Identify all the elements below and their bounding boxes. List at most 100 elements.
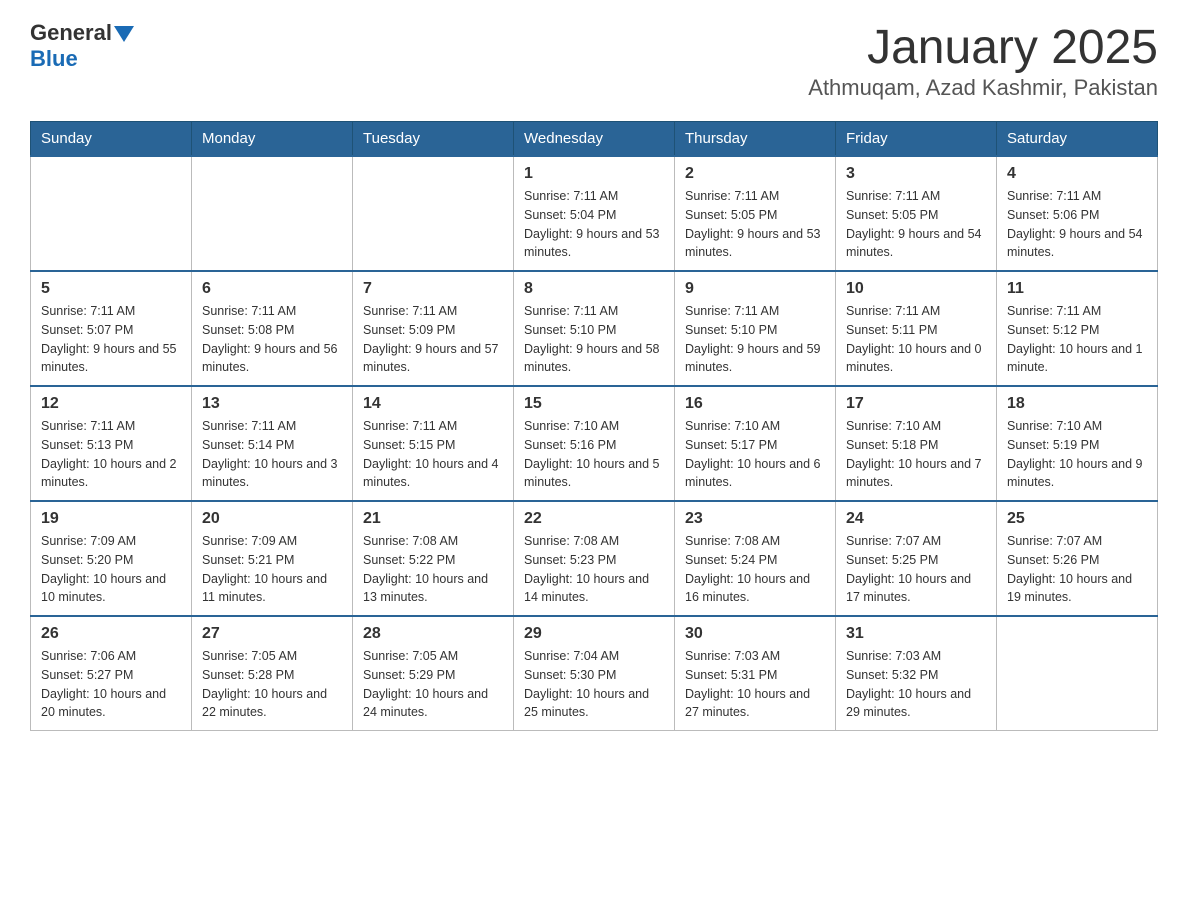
table-row: 4 Sunrise: 7:11 AMSunset: 5:06 PMDaylight… — [997, 156, 1158, 271]
col-monday: Monday — [192, 122, 353, 157]
day-number: 12 — [41, 395, 181, 413]
page-header: General Blue January 2025 Athmuqam, Azad… — [30, 20, 1158, 101]
logo-triangle-icon — [114, 26, 134, 42]
table-row: 9Sunrise: 7:11 AMSunset: 5:10 PMDaylight… — [675, 271, 836, 386]
col-saturday: Saturday — [997, 122, 1158, 157]
day-info: Sunrise: 7:11 AMSunset: 5:07 PMDaylight:… — [41, 302, 181, 377]
day-info: Sunrise: 7:07 AMSunset: 5:25 PMDaylight:… — [846, 532, 986, 607]
table-row: 27Sunrise: 7:05 AMSunset: 5:28 PMDayligh… — [192, 616, 353, 731]
col-thursday: Thursday — [675, 122, 836, 157]
day-info: Sunrise: 7:06 AMSunset: 5:27 PMDaylight:… — [41, 647, 181, 722]
table-row: 11Sunrise: 7:11 AMSunset: 5:12 PMDayligh… — [997, 271, 1158, 386]
day-number: 11 — [1007, 280, 1147, 298]
table-row: 15 Sunrise: 7:10 AMSunset: 5:16 PMDayligh… — [514, 386, 675, 501]
day-number: 18 — [1007, 395, 1147, 413]
title-block: January 2025 Athmuqam, Azad Kashmir, Pak… — [808, 20, 1158, 101]
day-info: Sunrise: 7:10 AMSunset: 5:18 PMDaylight:… — [846, 417, 986, 492]
day-number: 8 — [524, 280, 664, 298]
table-row — [192, 156, 353, 271]
col-sunday: Sunday — [31, 122, 192, 157]
day-info: Sunrise: 7:08 AMSunset: 5:22 PMDaylight:… — [363, 532, 503, 607]
table-row — [997, 616, 1158, 731]
day-number: 24 — [846, 510, 986, 528]
calendar-week-row: 12 Sunrise: 7:11 AMSunset: 5:13 PMDayligh… — [31, 386, 1158, 501]
day-number: 19 — [41, 510, 181, 528]
table-row — [353, 156, 514, 271]
location-title: Athmuqam, Azad Kashmir, Pakistan — [808, 75, 1158, 101]
day-info: Sunrise: 7:10 AMSunset: 5:16 PMDaylight:… — [524, 417, 664, 492]
day-info: Sunrise: 7:11 AMSunset: 5:04 PMDaylight:… — [524, 187, 664, 262]
day-info: Sunrise: 7:05 AMSunset: 5:29 PMDaylight:… — [363, 647, 503, 722]
day-info: Sunrise: 7:04 AMSunset: 5:30 PMDaylight:… — [524, 647, 664, 722]
day-info: Sunrise: 7:10 AMSunset: 5:19 PMDaylight:… — [1007, 417, 1147, 492]
table-row: 22 Sunrise: 7:08 AMSunset: 5:23 PMDayligh… — [514, 501, 675, 616]
day-number: 4 — [1007, 165, 1147, 183]
day-number: 1 — [524, 165, 664, 183]
day-info: Sunrise: 7:11 AMSunset: 5:14 PMDaylight:… — [202, 417, 342, 492]
table-row: 1 Sunrise: 7:11 AMSunset: 5:04 PMDaylight… — [514, 156, 675, 271]
calendar-week-row: 26 Sunrise: 7:06 AMSunset: 5:27 PMDayligh… — [31, 616, 1158, 731]
day-info: Sunrise: 7:11 AMSunset: 5:06 PMDaylight:… — [1007, 187, 1147, 262]
day-info: Sunrise: 7:08 AMSunset: 5:23 PMDaylight:… — [524, 532, 664, 607]
day-info: Sunrise: 7:07 AMSunset: 5:26 PMDaylight:… — [1007, 532, 1147, 607]
day-number: 6 — [202, 280, 342, 298]
day-info: Sunrise: 7:11 AMSunset: 5:08 PMDaylight:… — [202, 302, 342, 377]
day-number: 26 — [41, 625, 181, 643]
table-row: 2Sunrise: 7:11 AMSunset: 5:05 PMDaylight… — [675, 156, 836, 271]
day-number: 20 — [202, 510, 342, 528]
day-info: Sunrise: 7:08 AMSunset: 5:24 PMDaylight:… — [685, 532, 825, 607]
day-info: Sunrise: 7:11 AMSunset: 5:15 PMDaylight:… — [363, 417, 503, 492]
table-row: 8Sunrise: 7:11 AMSunset: 5:10 PMDaylight… — [514, 271, 675, 386]
day-number: 15 — [524, 395, 664, 413]
calendar-week-row: 19 Sunrise: 7:09 AMSunset: 5:20 PMDayligh… — [31, 501, 1158, 616]
day-info: Sunrise: 7:03 AMSunset: 5:31 PMDaylight:… — [685, 647, 825, 722]
table-row: 31Sunrise: 7:03 AMSunset: 5:32 PMDayligh… — [836, 616, 997, 731]
day-info: Sunrise: 7:09 AMSunset: 5:21 PMDaylight:… — [202, 532, 342, 607]
table-row: 18 Sunrise: 7:10 AMSunset: 5:19 PMDayligh… — [997, 386, 1158, 501]
table-row: 6 Sunrise: 7:11 AMSunset: 5:08 PMDaylight… — [192, 271, 353, 386]
col-tuesday: Tuesday — [353, 122, 514, 157]
table-row: 25 Sunrise: 7:07 AMSunset: 5:26 PMDayligh… — [997, 501, 1158, 616]
day-number: 2 — [685, 165, 825, 183]
table-row: 16Sunrise: 7:10 AMSunset: 5:17 PMDayligh… — [675, 386, 836, 501]
day-info: Sunrise: 7:05 AMSunset: 5:28 PMDaylight:… — [202, 647, 342, 722]
col-friday: Friday — [836, 122, 997, 157]
table-row: 19 Sunrise: 7:09 AMSunset: 5:20 PMDayligh… — [31, 501, 192, 616]
day-info: Sunrise: 7:11 AMSunset: 5:10 PMDaylight:… — [685, 302, 825, 377]
day-info: Sunrise: 7:03 AMSunset: 5:32 PMDaylight:… — [846, 647, 986, 722]
table-row: 24 Sunrise: 7:07 AMSunset: 5:25 PMDayligh… — [836, 501, 997, 616]
day-number: 28 — [363, 625, 503, 643]
calendar-week-row: 1 Sunrise: 7:11 AMSunset: 5:04 PMDaylight… — [31, 156, 1158, 271]
table-row: 10 Sunrise: 7:11 AMSunset: 5:11 PMDayligh… — [836, 271, 997, 386]
day-number: 22 — [524, 510, 664, 528]
day-number: 21 — [363, 510, 503, 528]
day-number: 5 — [41, 280, 181, 298]
day-info: Sunrise: 7:11 AMSunset: 5:05 PMDaylight:… — [846, 187, 986, 262]
day-number: 14 — [363, 395, 503, 413]
day-number: 7 — [363, 280, 503, 298]
day-number: 29 — [524, 625, 664, 643]
logo-general-text: General — [30, 20, 112, 46]
day-number: 25 — [1007, 510, 1147, 528]
day-info: Sunrise: 7:11 AMSunset: 5:09 PMDaylight:… — [363, 302, 503, 377]
logo-blue-text: Blue — [30, 46, 78, 72]
calendar-table: Sunday Monday Tuesday Wednesday Thursday… — [30, 121, 1158, 731]
table-row: 3Sunrise: 7:11 AMSunset: 5:05 PMDaylight… — [836, 156, 997, 271]
table-row: 30 Sunrise: 7:03 AMSunset: 5:31 PMDayligh… — [675, 616, 836, 731]
calendar-week-row: 5 Sunrise: 7:11 AMSunset: 5:07 PMDaylight… — [31, 271, 1158, 386]
table-row: 13Sunrise: 7:11 AMSunset: 5:14 PMDayligh… — [192, 386, 353, 501]
table-row: 26 Sunrise: 7:06 AMSunset: 5:27 PMDayligh… — [31, 616, 192, 731]
day-info: Sunrise: 7:11 AMSunset: 5:13 PMDaylight:… — [41, 417, 181, 492]
table-row: 14 Sunrise: 7:11 AMSunset: 5:15 PMDayligh… — [353, 386, 514, 501]
day-number: 30 — [685, 625, 825, 643]
day-info: Sunrise: 7:11 AMSunset: 5:11 PMDaylight:… — [846, 302, 986, 377]
day-info: Sunrise: 7:09 AMSunset: 5:20 PMDaylight:… — [41, 532, 181, 607]
table-row: 29 Sunrise: 7:04 AMSunset: 5:30 PMDayligh… — [514, 616, 675, 731]
day-number: 17 — [846, 395, 986, 413]
day-number: 10 — [846, 280, 986, 298]
logo: General Blue — [30, 20, 134, 72]
table-row: 28 Sunrise: 7:05 AMSunset: 5:29 PMDayligh… — [353, 616, 514, 731]
table-row: 7 Sunrise: 7:11 AMSunset: 5:09 PMDaylight… — [353, 271, 514, 386]
table-row: 20 Sunrise: 7:09 AMSunset: 5:21 PMDayligh… — [192, 501, 353, 616]
table-row: 17 Sunrise: 7:10 AMSunset: 5:18 PMDayligh… — [836, 386, 997, 501]
